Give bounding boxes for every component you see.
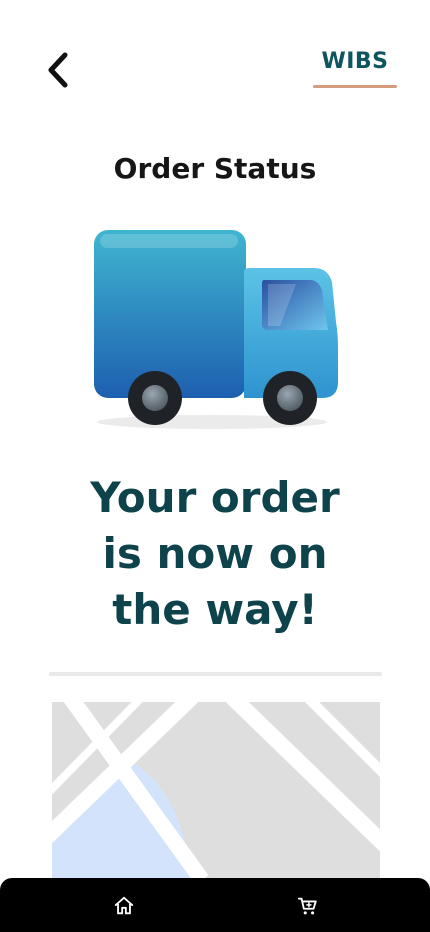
cart-icon bbox=[297, 897, 317, 915]
brand-underline bbox=[313, 85, 397, 88]
map-preview[interactable] bbox=[52, 702, 380, 880]
home-icon bbox=[114, 896, 134, 915]
delivery-truck-icon bbox=[94, 230, 338, 429]
nav-home-button[interactable] bbox=[110, 892, 138, 920]
brand-link[interactable]: WIBS bbox=[313, 48, 397, 90]
page-title: Order Status bbox=[113, 152, 317, 185]
brand-logo: WIBS bbox=[321, 49, 389, 74]
bottom-nav bbox=[0, 878, 430, 932]
headline-line: the way! bbox=[112, 585, 318, 634]
back-button[interactable] bbox=[40, 50, 76, 90]
divider bbox=[49, 672, 382, 676]
nav-cart-button[interactable] bbox=[294, 892, 322, 920]
headline-line: is now on bbox=[102, 529, 328, 578]
order-status-headline: Your order is now on the way! bbox=[0, 470, 430, 638]
map-roads bbox=[52, 702, 380, 880]
chevron-left-icon bbox=[48, 52, 68, 88]
headline-line: Your order bbox=[90, 473, 340, 522]
